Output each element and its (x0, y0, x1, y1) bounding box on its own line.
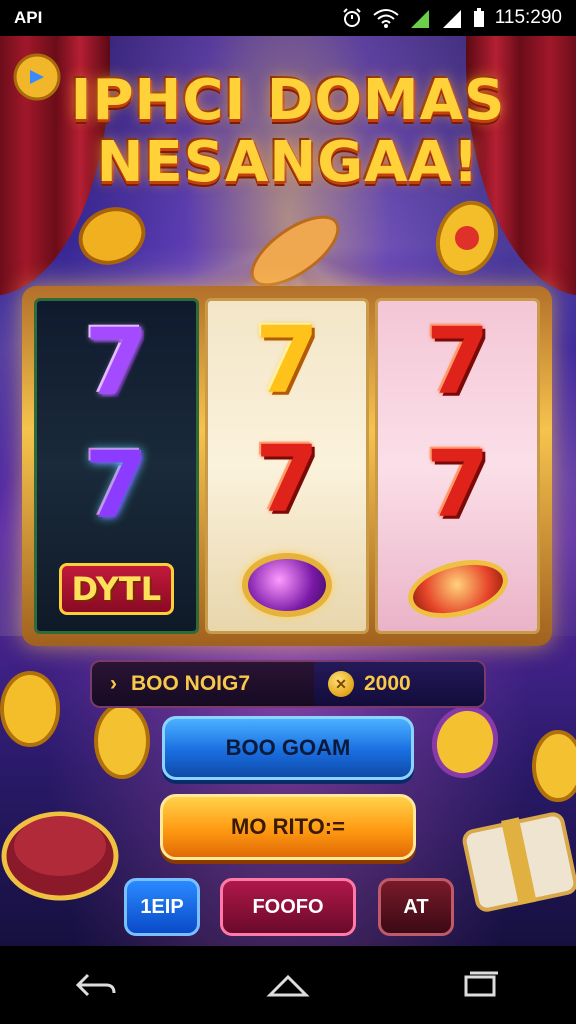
reel-symbol-seven: 7 (84, 308, 149, 416)
reel-3[interactable]: 7 7 (375, 298, 541, 634)
reel-symbol-seven: 7 (425, 430, 490, 538)
battery-icon (473, 8, 484, 27)
coin-icon (432, 705, 498, 779)
menu-button[interactable]: FOOFO (220, 878, 356, 936)
signal-icon (442, 10, 461, 28)
game-title-line2: NESANGAA! (96, 130, 480, 195)
slot-machine: 7 7 DYTL 7 7 7 7 (22, 286, 552, 646)
status-icons: 115:290 (341, 7, 562, 29)
bread-icon (250, 215, 340, 287)
coin-icon (94, 703, 150, 779)
reel-1[interactable]: 7 7 DYTL (34, 298, 199, 634)
coin-symbol-icon (401, 550, 514, 628)
back-icon (75, 973, 116, 997)
reel-symbol-seven: 7 (255, 425, 320, 533)
coin-icon (78, 207, 146, 265)
alarm-icon (343, 8, 361, 27)
system-nav-bar (0, 946, 576, 1024)
game-title-line1: IPHCI DOMAS (70, 68, 506, 133)
reel-symbol-seven: 7 (84, 431, 149, 539)
home-icon (266, 974, 310, 997)
reel-symbol-bonus: DYTL (58, 563, 175, 616)
reels: 7 7 DYTL 7 7 7 7 (34, 298, 541, 634)
coin-icon (532, 730, 576, 802)
clock: 115:290 (494, 7, 562, 28)
help-button[interactable]: 1EIP (124, 878, 200, 936)
gift-box-icon (462, 812, 576, 912)
coin-icon: ✕ (328, 671, 354, 697)
wifi-icon (373, 9, 399, 28)
signal-icon (410, 10, 429, 28)
status-label: API (14, 8, 43, 27)
coin-icon (435, 200, 499, 276)
home-button[interactable] (258, 965, 318, 1005)
status-bar: API 115:290 (0, 0, 576, 36)
reel-symbol-seven: 7 (425, 308, 490, 416)
coin-icon (0, 671, 60, 747)
reel-2[interactable]: 7 7 (204, 298, 370, 634)
bet-info-bar: › BOO NOIG7 ✕ 2000 (90, 660, 486, 708)
recents-button[interactable] (450, 965, 510, 1005)
bet-selector[interactable]: › BOO NOIG7 (92, 672, 314, 696)
coin-balance: ✕ 2000 (314, 662, 484, 706)
back-button[interactable] (66, 965, 126, 1005)
spin-button[interactable]: MO RITO:= (160, 794, 416, 860)
reel-symbol-seven: 7 (255, 306, 320, 414)
chevron-right-icon: › (110, 672, 117, 695)
chest-icon (1, 811, 119, 901)
recents-icon (464, 971, 498, 997)
auto-button[interactable]: AT (378, 878, 454, 936)
bet-label: BOO NOIG7 (131, 672, 251, 695)
gem-icon (242, 553, 332, 618)
coin-balance-value: 2000 (364, 672, 411, 695)
primary-action-button[interactable]: BOO GOAM (162, 716, 414, 780)
game-scene: IPHCI DOMAS NESANGAA! 7 7 DYTL 7 7 7 7 › (0, 36, 576, 946)
